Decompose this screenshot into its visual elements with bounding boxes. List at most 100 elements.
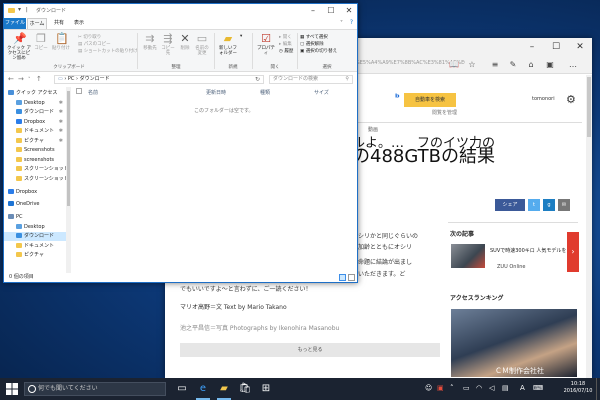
invert-selection-button[interactable]: ▣ 選択の切り替え — [300, 48, 337, 54]
select-all-checkbox[interactable] — [76, 88, 82, 94]
reading-view-icon[interactable]: 📖 — [449, 60, 459, 70]
column-modified[interactable]: 更新日時 — [206, 89, 226, 96]
ime-indicator[interactable]: A — [520, 384, 525, 392]
select-none-button[interactable]: ▢ 選択解除 — [300, 41, 324, 47]
navigation-scrollbar[interactable] — [66, 87, 71, 275]
minimize-button[interactable]: – — [304, 4, 322, 18]
scrollbar-thumb[interactable] — [587, 77, 591, 137]
sidebar-item[interactable]: screenshots — [4, 156, 66, 165]
sidebar-item[interactable]: OneDrive — [4, 200, 66, 209]
next-article-thumbnail[interactable] — [451, 244, 485, 268]
large-icons-view-icon[interactable] — [348, 274, 355, 281]
file-explorer-icon[interactable]: ▰ — [214, 378, 234, 400]
wifi-icon[interactable]: ◠ — [476, 384, 482, 392]
sidebar-item[interactable]: Dropbox ✱ — [4, 118, 66, 127]
favorite-star-icon[interactable]: ☆ — [467, 60, 477, 70]
task-view-icon[interactable]: ▭ — [172, 378, 192, 400]
column-name[interactable]: 名前 — [88, 89, 98, 96]
tray-app-icon[interactable]: ▣ — [437, 384, 444, 392]
back-button[interactable]: ← — [8, 75, 14, 83]
tab-home[interactable]: ホーム — [27, 18, 47, 29]
sidebar-item[interactable]: Desktop — [4, 223, 66, 232]
windows-start-icon[interactable] — [6, 383, 18, 395]
username[interactable]: tomonori — [532, 96, 555, 102]
next-article-headline[interactable]: SUVで時速300キロ 人気モデルを — [490, 247, 566, 254]
copy-path-button[interactable]: ▤ パスのコピー — [78, 41, 111, 47]
open-button[interactable]: ▸ 開く — [279, 34, 292, 40]
edit-button[interactable]: ▸ 編集 — [279, 41, 292, 47]
sidebar-item[interactable]: ドキュメント ✱ — [4, 127, 66, 136]
sidebar-item[interactable]: Dropbox — [4, 188, 66, 197]
recent-dropdown-icon[interactable]: ˅ — [28, 77, 31, 83]
car-search-button[interactable]: 自動車を検索 — [404, 93, 456, 107]
show-desktop-button[interactable] — [596, 378, 600, 400]
google-plus-icon[interactable]: g — [543, 199, 555, 211]
mail-icon[interactable]: ✉ — [558, 199, 570, 211]
sidebar-item[interactable]: ダウンロード — [4, 232, 66, 241]
cut-button[interactable]: ✂ 切り取り — [78, 34, 101, 40]
copy-button[interactable]: ❐ コピー — [34, 33, 48, 52]
up-button[interactable]: ↑ — [36, 75, 42, 83]
more-icon[interactable]: … — [568, 60, 578, 70]
battery-icon[interactable]: ▭ — [463, 384, 470, 392]
twitter-icon[interactable]: t — [528, 199, 540, 211]
notification-icon[interactable]: ▤ — [502, 384, 509, 392]
close-button[interactable]: ✕ — [340, 4, 358, 18]
office-icon[interactable]: ▣ — [545, 60, 555, 70]
rename-button[interactable]: ▭ 名前の変更 — [194, 33, 210, 57]
sidebar-item[interactable]: Screenshots — [4, 146, 66, 155]
sidebar-item[interactable]: PC — [4, 213, 66, 222]
store-icon[interactable]: 🛍 — [235, 378, 255, 400]
chevron-down-icon[interactable]: ˅ — [340, 20, 343, 27]
refresh-icon[interactable]: ↻ — [255, 76, 260, 83]
new-folder-button[interactable]: ▰ 新しいフォルダー — [218, 33, 238, 57]
address-path[interactable]: ▭ › PC › ダウンロード — [54, 75, 264, 84]
sidebar-item[interactable]: クイック アクセス — [4, 89, 66, 98]
tab-share[interactable]: 共有 — [50, 18, 68, 29]
copy-to-button[interactable]: ⇶ コピー先 — [160, 33, 176, 57]
quick-access-toolbar-icon[interactable]: ▾ — [18, 6, 21, 13]
maximize-button[interactable]: ☐ — [544, 38, 568, 56]
tab-view[interactable]: 表示 — [70, 18, 88, 29]
more-button[interactable]: もっと見る — [180, 343, 440, 357]
sidebar-item[interactable]: Desktop ✱ — [4, 99, 66, 108]
breadcrumb-downloads[interactable]: ダウンロード — [80, 76, 110, 82]
select-all-button[interactable]: ▦ すべて選択 — [300, 34, 328, 40]
person-icon[interactable]: ☺ — [425, 384, 432, 392]
details-view-icon[interactable] — [339, 274, 346, 281]
new-item-button[interactable]: ▾ — [240, 34, 242, 39]
minimize-button[interactable]: – — [520, 38, 544, 56]
close-button[interactable]: ✕ — [568, 38, 592, 56]
sidebar-item[interactable]: ピクチャ ✱ — [4, 137, 66, 146]
sidebar-item[interactable]: ピクチャ — [4, 251, 66, 260]
facebook-share-button[interactable]: シェア — [495, 199, 525, 211]
search-input[interactable]: ダウンロードの検索 ⚲ — [269, 75, 353, 84]
web-note-icon[interactable]: ✎ — [508, 60, 518, 70]
paste-shortcut-button[interactable]: ▤ ショートカットの貼り付け — [78, 48, 138, 54]
breadcrumb-pc[interactable]: PC — [68, 76, 75, 82]
cortana-search-box[interactable]: 何でも聞いてください — [24, 382, 166, 396]
maximize-button[interactable]: ☐ — [322, 4, 340, 18]
delete-button[interactable]: ✕ 削除 — [178, 33, 192, 52]
clock[interactable]: 10:18 2016/07/10 — [560, 381, 596, 395]
browser-scrollbar[interactable] — [586, 75, 592, 378]
share-icon[interactable]: ⌂ — [526, 60, 536, 70]
volume-icon[interactable]: ◁ — [489, 384, 494, 392]
history-button[interactable]: ◷ 履歴 — [279, 48, 293, 54]
pin-quick-access-button[interactable]: 📌 クイック アクセスにピン留め — [6, 33, 32, 62]
scrollbar-thumb[interactable] — [67, 91, 70, 206]
forward-button[interactable]: → — [18, 75, 24, 83]
help-icon[interactable]: ? — [350, 19, 353, 26]
properties-button[interactable]: ☑ プロパティ — [256, 33, 276, 57]
next-arrow-icon[interactable]: › — [567, 232, 579, 272]
column-size[interactable]: サイズ — [314, 89, 329, 96]
move-to-button[interactable]: ⇉ 移動先 — [142, 33, 158, 52]
sidebar-item[interactable]: ドキュメント — [4, 242, 66, 251]
tab-file[interactable]: ファイル — [4, 18, 26, 29]
manage-link[interactable]: 閲覧を管理 — [432, 109, 457, 116]
windows-apps-icon[interactable]: ⊞ — [256, 378, 276, 400]
paste-button[interactable]: 📋 貼り付け — [52, 33, 70, 52]
chevron-up-icon[interactable]: ˄ — [450, 384, 454, 392]
gear-icon[interactable]: ⚙ — [566, 93, 576, 106]
keyboard-icon[interactable]: ⌨ — [533, 384, 543, 392]
